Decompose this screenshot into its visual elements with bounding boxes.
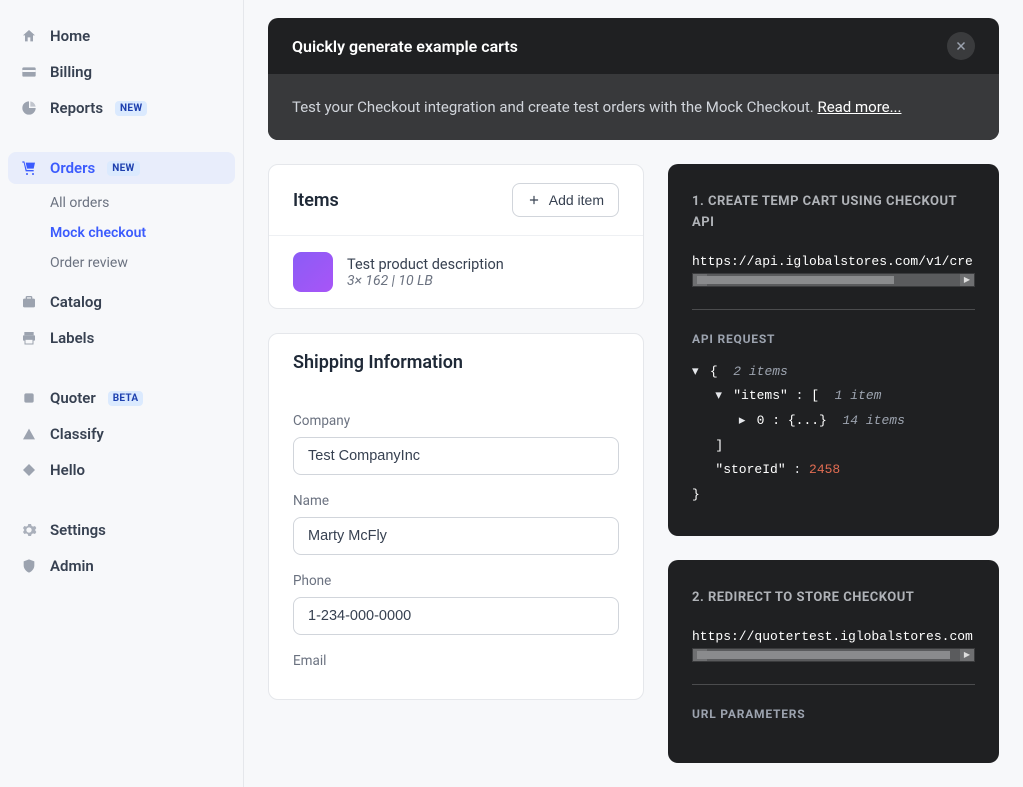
nav-item-settings[interactable]: Settings (8, 514, 235, 546)
nav-item-billing[interactable]: Billing (8, 56, 235, 88)
orders-subnav: All orders Mock checkout Order review (8, 188, 235, 278)
banner-title: Quickly generate example carts (292, 37, 518, 56)
code-panel-1: 1. CREATE TEMP CART USING CHECKOUT API h… (668, 164, 999, 536)
code-url-2: https://quotertest.iglobalstores.com (692, 629, 975, 644)
diamond-icon (20, 461, 38, 479)
horizontal-scrollbar[interactable]: ◀ ▶ (692, 273, 975, 287)
subnav-all-orders[interactable]: All orders (38, 188, 235, 218)
close-banner-button[interactable] (947, 32, 975, 60)
shipping-title: Shipping Information (293, 352, 463, 373)
name-input[interactable] (293, 517, 619, 555)
printer-icon (20, 329, 38, 347)
nav-item-quoter[interactable]: Quoter BETA (8, 382, 235, 414)
email-label: Email (293, 653, 619, 669)
item-row[interactable]: Test product description 3× 162 | 10 LB (269, 236, 643, 308)
nav-label: Classify (50, 425, 104, 443)
nav-label: Quoter (50, 389, 96, 407)
main-content: Quickly generate example carts Test your… (244, 0, 1023, 787)
close-icon (954, 39, 968, 53)
name-label: Name (293, 493, 619, 509)
url-parameters-label: URL PARAMETERS (692, 707, 975, 721)
card-icon (20, 63, 38, 81)
product-meta: 3× 162 | 10 LB (347, 273, 504, 289)
nav-label: Home (50, 27, 90, 45)
scroll-right-icon: ▶ (960, 274, 974, 286)
add-item-button[interactable]: Add item (512, 183, 619, 217)
cart-icon (20, 159, 38, 177)
triangle-icon (20, 425, 38, 443)
api-request-label: API REQUEST (692, 332, 975, 346)
json-tree[interactable]: ▾ { 2 items ▾ "items" : [ 1 item ▸ 0 : {… (692, 360, 975, 508)
home-icon (20, 27, 38, 45)
new-badge: NEW (107, 161, 139, 176)
nav-item-labels[interactable]: Labels (8, 322, 235, 354)
code-title-2: 2. REDIRECT TO STORE CHECKOUT (692, 588, 975, 609)
code-panel-2: 2. REDIRECT TO STORE CHECKOUT https://qu… (668, 560, 999, 763)
nav-label: Hello (50, 461, 85, 479)
nav-label: Labels (50, 329, 94, 347)
code-url-1: https://api.iglobalstores.com/v1/cre (692, 254, 975, 269)
nav-label: Reports (50, 99, 103, 117)
read-more-link[interactable]: Read more... (817, 98, 901, 116)
shield-icon (20, 557, 38, 575)
nav-item-catalog[interactable]: Catalog (8, 286, 235, 318)
nav-label: Admin (50, 557, 94, 575)
nav-label: Billing (50, 63, 92, 81)
add-item-label: Add item (549, 192, 604, 208)
subnav-mock-checkout[interactable]: Mock checkout (38, 218, 235, 248)
items-card: Items Add item Test product description … (268, 164, 644, 309)
nav-label: Catalog (50, 293, 102, 311)
nav-label: Settings (50, 521, 106, 539)
gear-icon (20, 521, 38, 539)
subnav-order-review[interactable]: Order review (38, 248, 235, 278)
sidebar: Home Billing Reports NEW Orders NEW All … (0, 0, 244, 787)
scroll-right-icon: ▶ (960, 649, 974, 661)
nav-item-admin[interactable]: Admin (8, 550, 235, 582)
briefcase-icon (20, 293, 38, 311)
square-icon (20, 389, 38, 407)
scrollbar-thumb[interactable] (697, 276, 894, 284)
nav-item-classify[interactable]: Classify (8, 418, 235, 450)
shipping-card: Shipping Information Company Name Phone (268, 333, 644, 700)
product-description: Test product description (347, 256, 504, 273)
nav-item-reports[interactable]: Reports NEW (8, 92, 235, 124)
nav-item-hello[interactable]: Hello (8, 454, 235, 486)
scrollbar-thumb[interactable] (697, 651, 950, 659)
phone-label: Phone (293, 573, 619, 589)
horizontal-scrollbar[interactable]: ◀ ▶ (692, 648, 975, 662)
nav-item-orders[interactable]: Orders NEW (8, 152, 235, 184)
company-input[interactable] (293, 437, 619, 475)
nav-label: Orders (50, 159, 95, 177)
new-badge: NEW (115, 101, 147, 116)
banner-text: Test your Checkout integration and creat… (292, 98, 817, 116)
nav-item-home[interactable]: Home (8, 20, 235, 52)
company-label: Company (293, 413, 619, 429)
plus-icon (527, 193, 541, 207)
product-thumbnail (293, 252, 333, 292)
pie-icon (20, 99, 38, 117)
info-banner: Quickly generate example carts Test your… (268, 18, 999, 140)
phone-input[interactable] (293, 597, 619, 635)
code-title-1: 1. CREATE TEMP CART USING CHECKOUT API (692, 192, 975, 234)
items-title: Items (293, 190, 339, 211)
beta-badge: BETA (108, 391, 144, 406)
